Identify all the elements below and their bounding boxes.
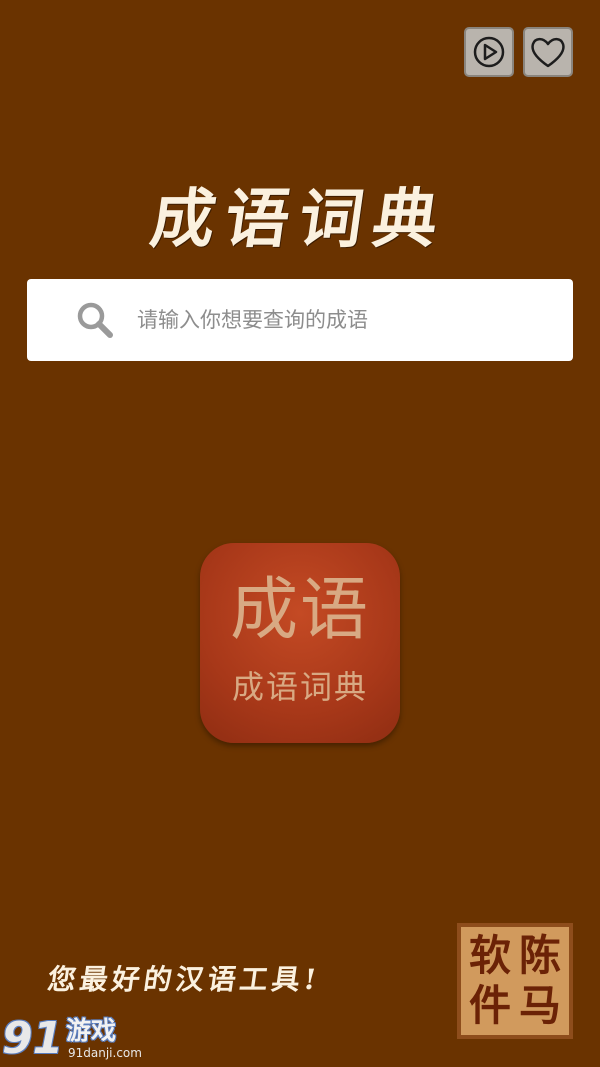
seal-char: 马 — [518, 981, 561, 1030]
seal-char: 软 — [468, 931, 511, 980]
watermark-name: 游戏 — [66, 1016, 117, 1045]
play-button[interactable] — [464, 27, 514, 77]
site-watermark: 91 游戏 91danji.com — [2, 1014, 142, 1066]
heart-icon — [531, 37, 565, 68]
play-circle-icon — [473, 36, 505, 68]
seal-char: 陈 — [518, 931, 561, 980]
search-icon — [75, 300, 115, 340]
seal-char: 件 — [468, 981, 511, 1030]
slogan-text: 您最好的汉语工具! — [45, 963, 323, 996]
search-box[interactable] — [27, 279, 573, 361]
app-logo-small-text: 成语词典 — [231, 668, 368, 706]
search-input[interactable] — [137, 308, 537, 332]
app-logo: 成语 成语词典 — [200, 543, 400, 743]
developer-seal: 软 陈 件 马 — [457, 923, 573, 1039]
page-title: 成语词典 — [145, 182, 453, 257]
watermark-site: 91danji.com — [68, 1046, 142, 1060]
favorite-button[interactable] — [523, 27, 573, 77]
watermark-number: 91 — [2, 1013, 64, 1064]
app-logo-big-text: 成语 — [229, 571, 370, 650]
